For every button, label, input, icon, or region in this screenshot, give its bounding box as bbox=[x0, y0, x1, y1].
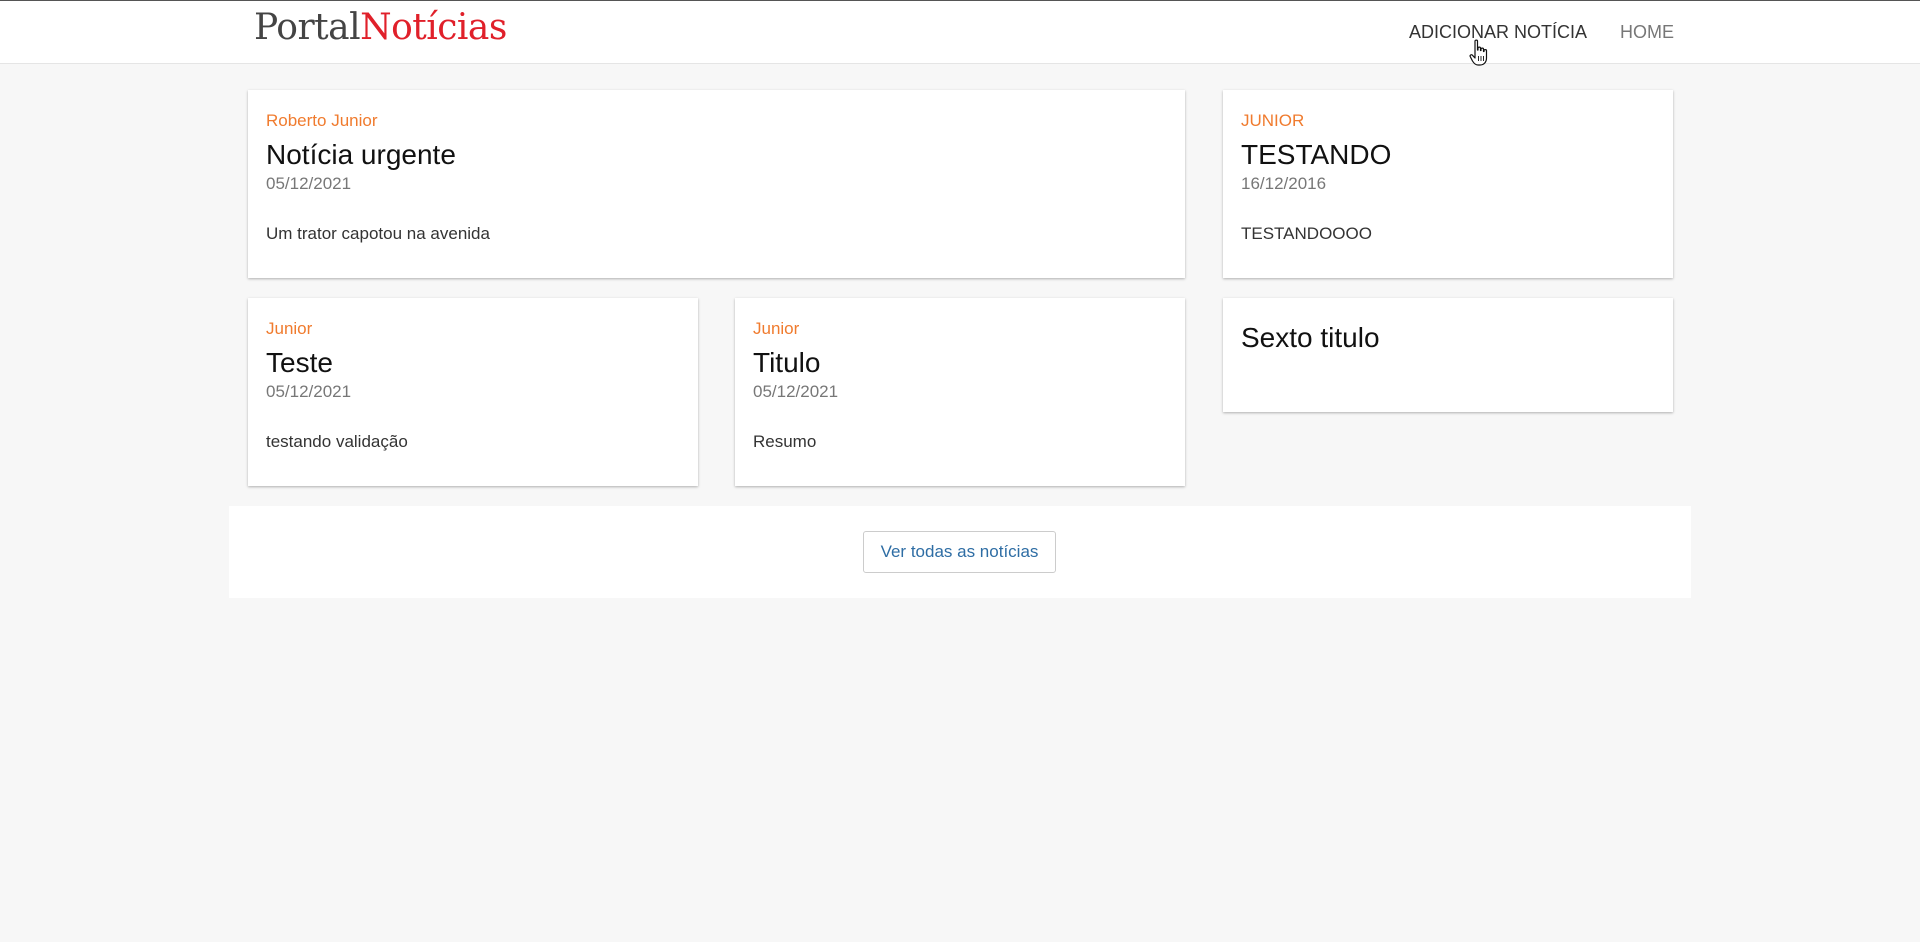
news-date: 16/12/2016 bbox=[1241, 174, 1327, 193]
news-author: Roberto Junior bbox=[266, 111, 378, 130]
news-card[interactable]: Junior Titulo 05/12/2021 Resumo bbox=[735, 298, 1185, 486]
news-card[interactable]: Sexto titulo bbox=[1223, 298, 1673, 412]
navbar: PortalNotícias ADICIONAR NOTÍCIA HOME bbox=[0, 0, 1920, 64]
news-title: TESTANDO bbox=[1241, 139, 1392, 170]
news-title: Notícia urgente bbox=[266, 139, 456, 170]
news-author: JUNIOR bbox=[1241, 111, 1305, 130]
more-news-panel: Ver todas as notícias bbox=[229, 506, 1691, 598]
news-title: Titulo bbox=[753, 347, 821, 378]
nav-home-link[interactable]: HOME bbox=[1620, 21, 1674, 43]
news-title: Sexto titulo bbox=[1241, 322, 1380, 353]
portal-logo[interactable]: PortalNotícias bbox=[254, 5, 507, 51]
news-author: Junior bbox=[266, 319, 313, 338]
news-title: Teste bbox=[266, 347, 333, 378]
news-summary: testando validação bbox=[266, 432, 408, 451]
logo-text-noticias: Notícias bbox=[360, 7, 507, 48]
view-all-news-button[interactable]: Ver todas as notícias bbox=[863, 531, 1056, 573]
news-summary: Resumo bbox=[753, 432, 817, 451]
nav-add-news-link[interactable]: ADICIONAR NOTÍCIA bbox=[1409, 21, 1587, 43]
news-date: 05/12/2021 bbox=[266, 382, 352, 401]
news-card[interactable]: Roberto Junior Notícia urgente 05/12/202… bbox=[248, 90, 1185, 278]
news-card[interactable]: JUNIOR TESTANDO 16/12/2016 TESTANDOOOO bbox=[1223, 90, 1673, 278]
news-author: Junior bbox=[753, 319, 800, 338]
news-summary: Um trator capotou na avenida bbox=[266, 224, 490, 243]
logo-text-portal: Portal bbox=[254, 7, 361, 48]
news-card[interactable]: Junior Teste 05/12/2021 testando validaç… bbox=[248, 298, 698, 486]
news-summary: TESTANDOOOO bbox=[1241, 224, 1372, 243]
news-date: 05/12/2021 bbox=[753, 382, 839, 401]
hand-pointer-icon bbox=[1469, 39, 1488, 66]
news-date: 05/12/2021 bbox=[266, 174, 352, 193]
